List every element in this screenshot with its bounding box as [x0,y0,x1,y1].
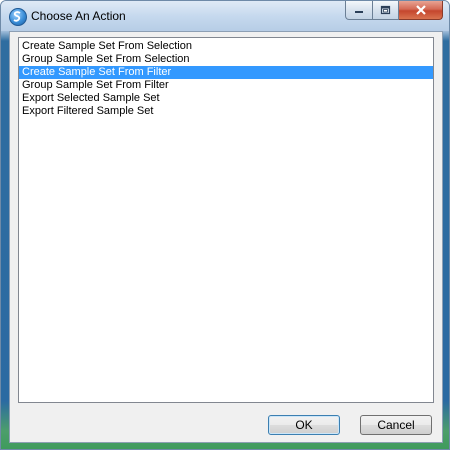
list-item[interactable]: Export Filtered Sample Set [19,105,433,118]
action-listbox[interactable]: Create Sample Set From Selection Group S… [18,37,434,403]
close-button[interactable] [399,1,443,20]
list-item[interactable]: Export Selected Sample Set [19,92,433,105]
list-item[interactable]: Group Sample Set From Filter [19,79,433,92]
dialog-body: Create Sample Set From Selection Group S… [9,31,443,443]
list-item[interactable]: Create Sample Set From Selection [19,40,433,53]
cancel-button[interactable]: Cancel [360,415,432,435]
title-bar[interactable]: Choose An Action [1,1,449,31]
app-icon [9,8,27,26]
list-item[interactable]: Create Sample Set From Filter [19,66,433,79]
window-title: Choose An Action [31,9,126,23]
maximize-button[interactable] [373,1,399,20]
ok-button[interactable]: OK [268,415,340,435]
action-list: Create Sample Set From Selection Group S… [19,38,433,118]
dialog-window: Choose An Action Create Sample Set From … [0,0,450,450]
window-controls [345,1,443,21]
close-icon [415,5,426,15]
minimize-icon [355,11,363,13]
restore-icon [380,5,391,15]
list-item[interactable]: Group Sample Set From Selection [19,53,433,66]
minimize-button[interactable] [345,1,373,20]
